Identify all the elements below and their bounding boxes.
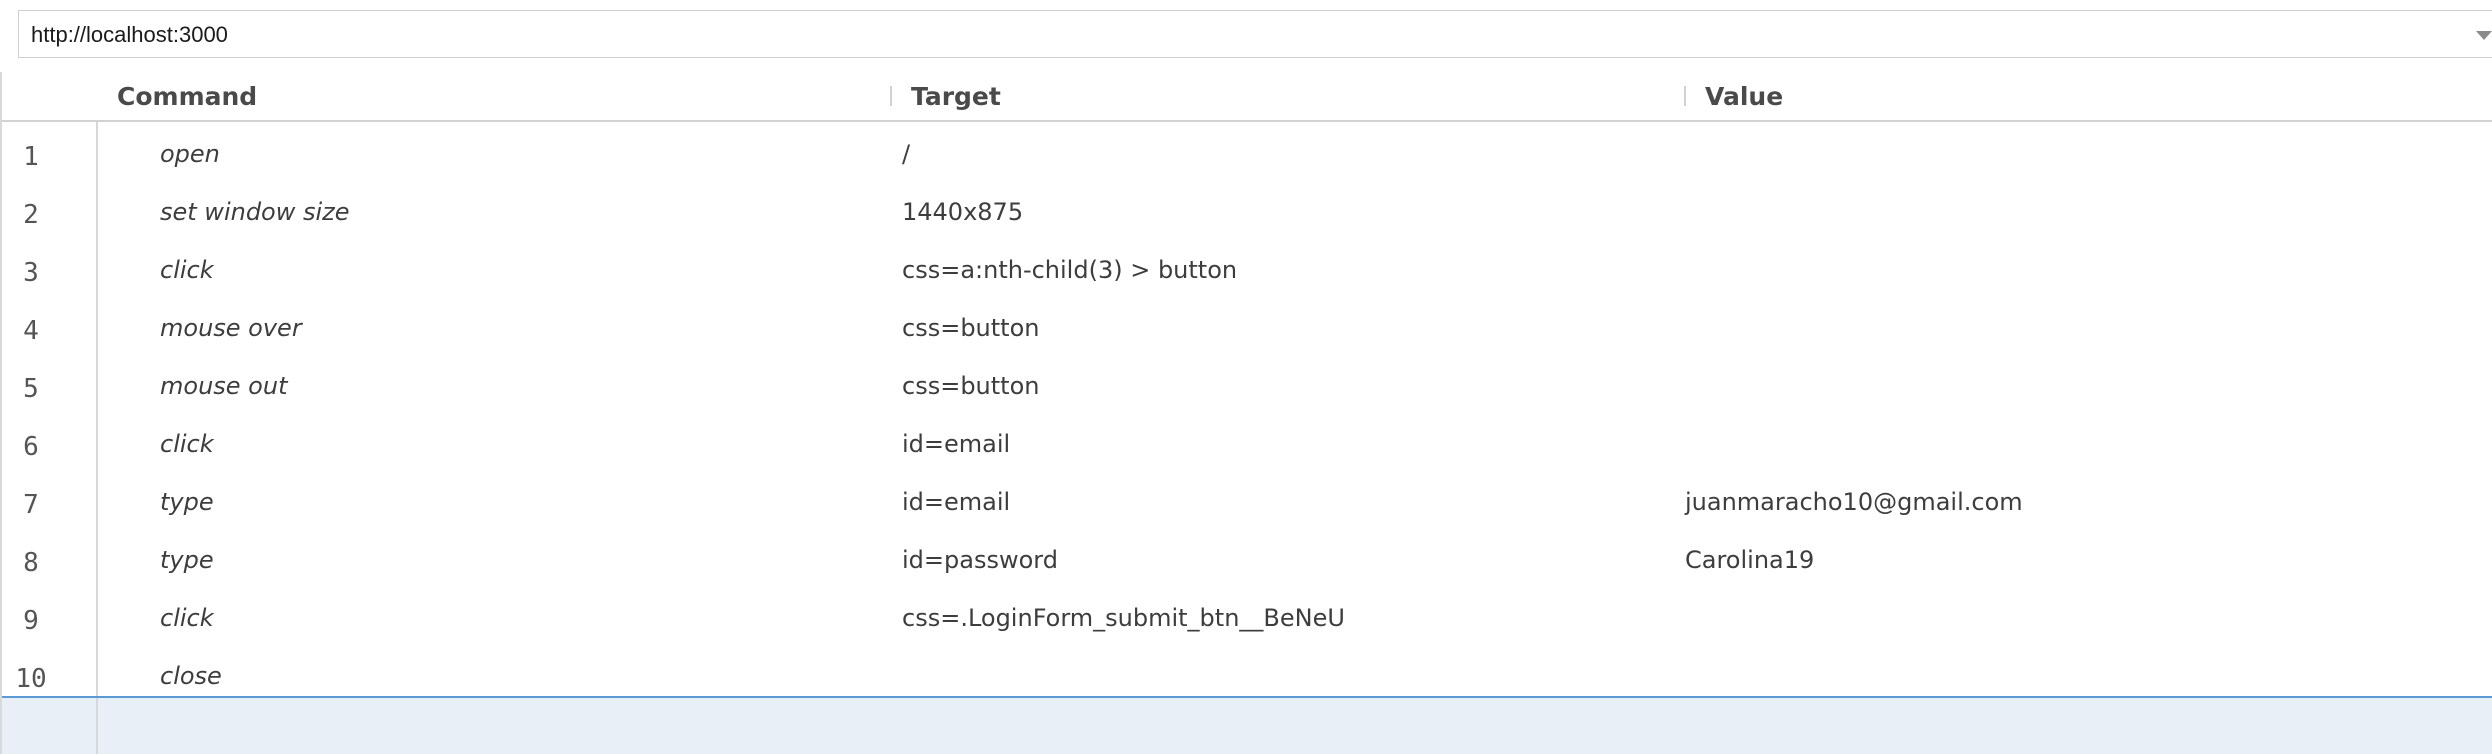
target-cell[interactable]: css=a:nth-child(3) > button	[902, 256, 1237, 284]
row-number: 2	[23, 200, 39, 230]
column-resize-handle[interactable]	[890, 86, 892, 106]
value-cell[interactable]: Carolina19	[1685, 546, 1814, 574]
table-row[interactable]: 7 type id=email juanmaracho10@gmail.com	[2, 476, 2492, 534]
table-row[interactable]: 3 click css=a:nth-child(3) > button	[2, 244, 2492, 302]
command-cell[interactable]: open	[160, 140, 220, 168]
command-cell[interactable]: mouse out	[160, 372, 287, 400]
target-cell[interactable]: 1440x875	[902, 198, 1023, 226]
row-number: 4	[23, 316, 39, 346]
base-url-value: http://localhost:3000	[31, 22, 228, 47]
test-commands-table: Command Target Value 1 open / 2 set window s…	[0, 72, 2492, 754]
command-cell[interactable]: type	[160, 546, 214, 574]
target-cell[interactable]: css=button	[902, 372, 1039, 400]
column-header-target[interactable]: Target	[911, 82, 1001, 111]
command-cell[interactable]: click	[160, 256, 214, 284]
row-number: 6	[23, 432, 39, 462]
command-cell[interactable]: type	[160, 488, 214, 516]
base-url-dropdown[interactable]: http://localhost:3000	[18, 10, 2492, 58]
row-number: 8	[23, 548, 39, 578]
target-cell[interactable]: css=button	[902, 314, 1039, 342]
command-cell[interactable]: set window size	[160, 198, 350, 226]
chevron-down-icon[interactable]	[2476, 31, 2492, 40]
table-row[interactable]: 9 click css=.LoginForm_submit_btn__BeNeU	[2, 592, 2492, 650]
row-number: 7	[23, 490, 39, 520]
command-cell[interactable]: click	[160, 604, 214, 632]
column-header-command[interactable]: Command	[117, 82, 257, 111]
column-header-value[interactable]: Value	[1705, 82, 1783, 111]
row-number: 10	[15, 664, 47, 694]
table-row[interactable]: 5 mouse out css=button	[2, 360, 2492, 418]
target-cell[interactable]: id=email	[902, 488, 1010, 516]
row-number: 1	[23, 142, 39, 172]
column-resize-handle[interactable]	[1684, 86, 1686, 106]
command-cell[interactable]: click	[160, 430, 214, 458]
table-header: Command Target Value	[2, 72, 2492, 122]
row-number: 5	[23, 374, 39, 404]
target-cell[interactable]: id=password	[902, 546, 1058, 574]
command-cell[interactable]: mouse over	[160, 314, 302, 342]
table-row[interactable]: 2 set window size 1440x875	[2, 186, 2492, 244]
table-row[interactable]: 1 open /	[2, 128, 2492, 186]
table-row[interactable]: 4 mouse over css=button	[2, 302, 2492, 360]
value-cell[interactable]: juanmaracho10@gmail.com	[1685, 488, 2023, 516]
table-row[interactable]: 8 type id=password Carolina19	[2, 534, 2492, 592]
target-cell[interactable]: /	[902, 140, 910, 168]
new-command-row[interactable]	[2, 696, 2492, 754]
target-cell[interactable]: css=.LoginForm_submit_btn__BeNeU	[902, 604, 1345, 632]
row-number: 9	[23, 606, 39, 636]
table-row[interactable]: 6 click id=email	[2, 418, 2492, 476]
new-row-gutter	[2, 698, 98, 754]
command-cell[interactable]: close	[160, 662, 222, 690]
row-number: 3	[23, 258, 39, 288]
target-cell[interactable]: id=email	[902, 430, 1010, 458]
